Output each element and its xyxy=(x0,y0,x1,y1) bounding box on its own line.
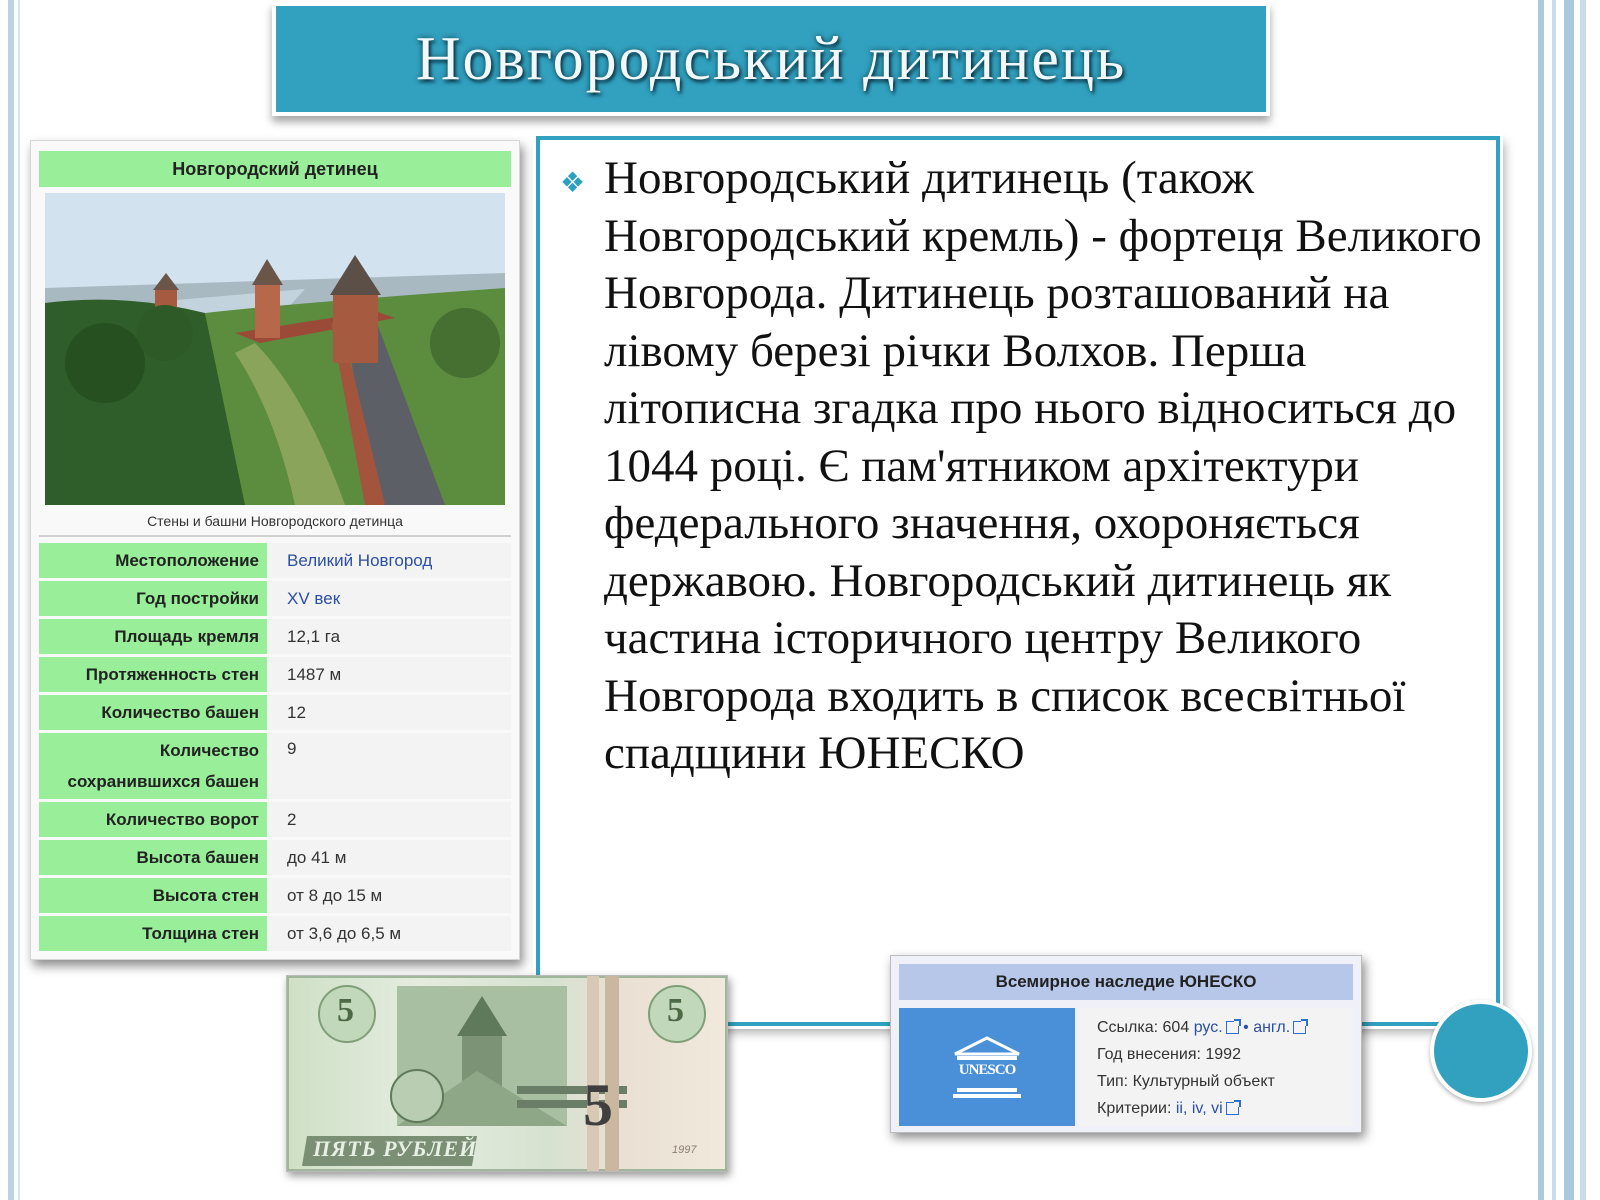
infobox-value: 12,1 га xyxy=(267,619,511,654)
kremlin-infobox: Новгородский детинец Стены и башни Новго… xyxy=(30,140,520,960)
slide-frame-right xyxy=(1530,0,1600,1200)
infobox-key: Толщина стен xyxy=(39,916,267,951)
decorative-circle xyxy=(1430,1000,1532,1102)
infobox-value: 2 xyxy=(267,802,511,837)
slide-title-box: Новгородський дитинець xyxy=(272,2,1270,116)
unesco-logo-text: UNESCO xyxy=(958,1062,1017,1078)
unesco-year: Год внесения: 1992 xyxy=(1097,1046,1241,1063)
infobox-value: 9 xyxy=(267,733,511,799)
banknote-denomination-right: 5 xyxy=(667,992,684,1029)
ref-rus-link[interactable]: рус. xyxy=(1194,1019,1223,1036)
unesco-info: Ссылка: 604 рус. • англ. Год внесения: 1… xyxy=(1079,1008,1353,1126)
infobox-key: Количество ворот xyxy=(39,802,267,837)
banknote-denomination-left: 5 xyxy=(337,992,354,1029)
infobox-value: 12 xyxy=(267,695,511,730)
infobox-row: Площадь кремля 12,1 га xyxy=(39,619,511,654)
infobox-key: Высота стен xyxy=(39,878,267,913)
unesco-infobox: Всемирное наследие ЮНЕСКО UNESCO Ссылка:… xyxy=(890,955,1362,1133)
ref-eng-link[interactable]: англ. xyxy=(1253,1019,1290,1036)
slide-frame-left-inner xyxy=(18,0,20,1200)
infobox-row: Высота стен от 8 до 15 м xyxy=(39,878,511,913)
kremlin-photo xyxy=(45,193,505,505)
criteria-link[interactable]: ii, iv, vi xyxy=(1176,1100,1223,1117)
infobox-row: Количество ворот 2 xyxy=(39,802,511,837)
photo-caption: Стены и башни Новгородского детинца xyxy=(39,513,511,537)
infobox-value: 1487 м xyxy=(267,657,511,692)
banknote-image: 5 5 5 ПЯТЬ РУБЛЕЙ 1997 xyxy=(286,975,728,1172)
infobox-row: Количество башен 12 xyxy=(39,695,511,730)
century-link[interactable]: XV век xyxy=(267,581,511,616)
infobox-row: Высота башен до 41 м xyxy=(39,840,511,875)
banknote-text: ПЯТЬ РУБЛЕЙ xyxy=(313,1136,478,1161)
external-link-icon xyxy=(1293,1019,1309,1035)
main-text: Новгородський дитинець (також Новгородсь… xyxy=(604,152,1482,779)
unesco-reference: Ссылка: 604 рус. • англ. xyxy=(1097,1014,1353,1041)
infobox-key: Протяженность стен xyxy=(39,657,267,692)
infobox-row: Количество сохранившихся башен 9 xyxy=(39,733,511,799)
infobox-key: Количество сохранившихся башен xyxy=(39,733,267,799)
banknote-year: 1997 xyxy=(672,1144,697,1156)
unesco-criteria: Критерии: ii, iv, vi xyxy=(1097,1095,1353,1122)
location-link[interactable]: Великий Новгород xyxy=(267,543,511,578)
infobox-row: Протяженность стен 1487 м xyxy=(39,657,511,692)
infobox-row: Толщина стен от 3,6 до 6,5 м xyxy=(39,916,511,951)
infobox-key: Площадь кремля xyxy=(39,619,267,654)
main-text-box: ❖ Новгородський дитинець (також Новгород… xyxy=(536,136,1500,1026)
ref-label: Ссылка: 604 xyxy=(1097,1019,1190,1036)
infobox-key: Количество башен xyxy=(39,695,267,730)
infobox-value: от 8 до 15 м xyxy=(267,878,511,913)
infobox-row: Год постройки XV век xyxy=(39,581,511,616)
infobox-key: Местоположение xyxy=(39,543,267,578)
external-link-icon xyxy=(1225,1100,1241,1116)
infobox-heading: Новгородский детинец xyxy=(39,151,511,187)
infobox-value: до 41 м xyxy=(267,840,511,875)
slide-frame-left xyxy=(8,0,14,1200)
unesco-logo: UNESCO xyxy=(899,1008,1075,1126)
infobox-key: Год постройки xyxy=(39,581,267,616)
unesco-heading: Всемирное наследие ЮНЕСКО xyxy=(899,964,1353,1000)
ref-separator: • xyxy=(1243,1019,1249,1036)
external-link-icon xyxy=(1225,1019,1241,1035)
slide-title: Новгородський дитинець xyxy=(415,24,1127,93)
infobox-row: Местоположение Великий Новгород xyxy=(39,543,511,578)
unesco-type: Тип: Культурный объект xyxy=(1097,1073,1275,1090)
banknote-denomination-large: 5 xyxy=(583,1072,613,1138)
infobox-key: Высота башен xyxy=(39,840,267,875)
diamond-bullet-icon: ❖ xyxy=(560,167,586,198)
criteria-label: Критерии: xyxy=(1097,1100,1172,1117)
kremlin-photo-illustration xyxy=(45,193,505,505)
infobox-value: от 3,6 до 6,5 м xyxy=(267,916,511,951)
